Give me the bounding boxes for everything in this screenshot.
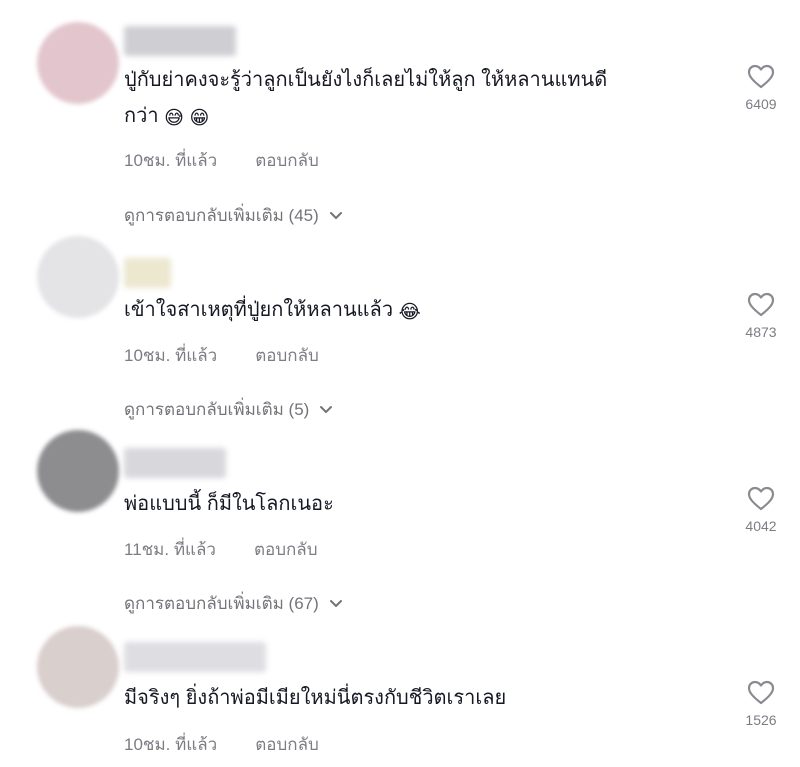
view-more-replies-button[interactable]: ดูการตอบกลับเพิ่มเติม (5) (124, 396, 333, 423)
reply-button[interactable]: ตอบกลับ (255, 731, 319, 758)
reply-button[interactable]: ตอบกลับ (255, 147, 319, 174)
chevron-down-icon (329, 211, 342, 219)
comment-meta: 10ชม. ที่แล้ว ตอบกลับ (124, 342, 319, 369)
timestamp: 10ชม. ที่แล้ว (124, 346, 218, 365)
reply-button[interactable]: ตอบกลับ (254, 536, 318, 563)
view-more-replies-label: ดูการตอบกลับเพิ่มเติม (67) (124, 594, 319, 613)
like-count: 6409 (745, 96, 777, 112)
comment-text-line: กว่า (124, 105, 159, 127)
timestamp: 10ชม. ที่แล้ว (124, 735, 218, 754)
chevron-down-icon (329, 599, 342, 607)
like-button[interactable]: 4873 (732, 292, 790, 340)
view-more-replies-button[interactable]: ดูการตอบกลับเพิ่มเติม (45) (124, 202, 343, 229)
comment-text-line: เข้าใจสาเหตุที่ปู่ยกให้หลานแล้ว (124, 299, 394, 321)
username[interactable] (124, 448, 226, 478)
username[interactable] (124, 642, 266, 672)
view-more-replies-label: ดูการตอบกลับเพิ่มเติม (5) (124, 400, 310, 419)
username[interactable] (124, 258, 171, 288)
heart-outline-icon (747, 486, 775, 511)
reply-button[interactable]: ตอบกลับ (255, 342, 319, 369)
comment-text-line: ปู่กับย่าคงจะรู้ว่าลูกเป็นยังไงก็เลยไม่ใ… (124, 69, 608, 91)
like-count: 1526 (745, 712, 777, 728)
avatar[interactable] (37, 22, 119, 104)
emoji: 😅 (164, 108, 184, 129)
avatar[interactable] (37, 236, 119, 318)
like-count: 4042 (745, 518, 777, 534)
heart-outline-icon (747, 680, 775, 705)
heart-outline-icon (747, 64, 775, 89)
comment-text: ปู่กับย่าคงจะรู้ว่าลูกเป็นยังไงก็เลยไม่ใ… (124, 62, 714, 137)
avatar[interactable] (37, 430, 119, 512)
avatar[interactable] (37, 626, 119, 708)
comment-text: เข้าใจสาเหตุที่ปู่ยกให้หลานแล้ว 😂 (124, 292, 714, 331)
like-button[interactable]: 6409 (732, 64, 790, 112)
comment-text: พ่อแบบนี้ ก็มีในโลกเนอะ (124, 486, 714, 522)
timestamp: 11ชม. ที่แล้ว (124, 540, 216, 559)
view-more-replies-button[interactable]: ดูการตอบกลับเพิ่มเติม (67) (124, 590, 343, 617)
username[interactable] (124, 26, 236, 56)
comment-text-line: มีจริงๆ ยิ่งถ้าพ่อมีเมียใหม่นี่ตรงกับชีว… (124, 687, 507, 709)
timestamp: 10ชม. ที่แล้ว (124, 151, 218, 170)
like-button[interactable]: 1526 (732, 680, 790, 728)
emoji: 😂 (398, 302, 421, 323)
comment-meta: 10ชม. ที่แล้ว ตอบกลับ (124, 147, 319, 174)
comment-meta: 11ชม. ที่แล้ว ตอบกลับ (124, 536, 318, 563)
comment-text: มีจริงๆ ยิ่งถ้าพ่อมีเมียใหม่นี่ตรงกับชีว… (124, 680, 714, 716)
chevron-down-icon (320, 405, 333, 413)
like-count: 4873 (745, 324, 777, 340)
comment-meta: 10ชม. ที่แล้ว ตอบกลับ (124, 731, 319, 758)
comment-text-line: พ่อแบบนี้ ก็มีในโลกเนอะ (124, 493, 334, 515)
like-button[interactable]: 4042 (732, 486, 790, 534)
view-more-replies-label: ดูการตอบกลับเพิ่มเติม (45) (124, 206, 319, 225)
emoji: 😁 (189, 108, 210, 129)
heart-outline-icon (747, 292, 775, 317)
